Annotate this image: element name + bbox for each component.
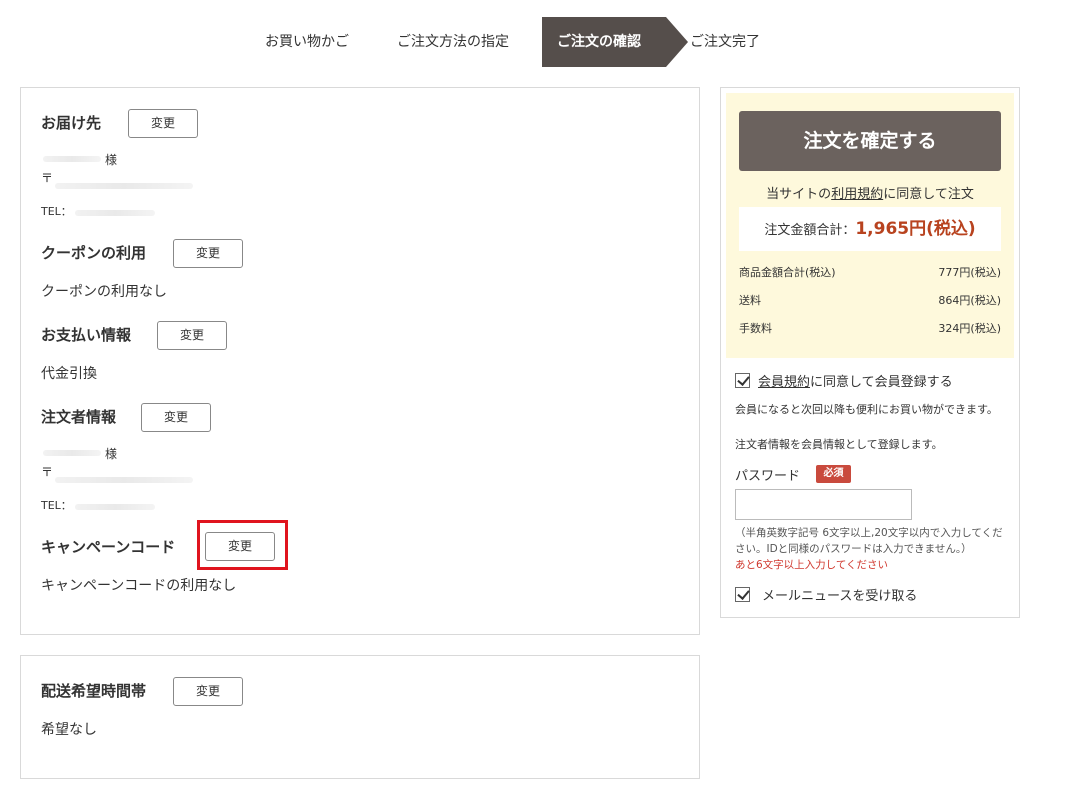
row-label: 送料	[739, 294, 761, 307]
row-label: 手数料	[739, 322, 772, 335]
orderer-title: 注文者情報	[41, 408, 117, 426]
delivery-postal: 〒	[41, 171, 54, 185]
redacted-name	[43, 156, 101, 162]
order-details-panel: お届け先 変更 様 〒 TEL： クーポンの利用 変更 クーポンの利用なし お支…	[20, 87, 700, 635]
change-delivery-address-button[interactable]: 変更	[128, 109, 198, 138]
step-order-method: ご注文方法の指定	[397, 34, 509, 50]
total-value: 1,965円(税込)	[855, 219, 976, 239]
redacted-orderer-name	[43, 450, 101, 456]
orderer-tel: TEL：	[41, 499, 72, 512]
terms-link[interactable]: 利用規約	[831, 187, 883, 202]
agree-terms-text: 当サイトの利用規約に同意して注文	[726, 183, 1014, 202]
newsletter-checkbox[interactable]	[735, 587, 750, 602]
delivery-time-panel: 配送希望時間帯 変更 希望なし	[20, 655, 700, 779]
orderer-postal: 〒	[41, 465, 54, 479]
password-warning: あと6文字以上入力してください	[735, 559, 889, 571]
step-confirm-active: ご注文の確認	[542, 17, 688, 67]
row-value: 864円(税込)	[938, 294, 1001, 307]
member-benefit-text: 会員になると次回以降も便利にお買い物ができます。	[735, 403, 998, 416]
member-register-text: 注文者情報を会員情報として登録します。	[735, 438, 943, 451]
checkout-steps: お買い物かご ご注文方法の指定 ご注文の確認 ご注文完了	[0, 17, 1068, 67]
redacted-address	[55, 183, 193, 189]
coupon-value: クーポンの利用なし	[41, 284, 167, 300]
member-terms-link[interactable]: 会員規約	[758, 375, 810, 390]
confirm-order-button[interactable]: 注文を確定する	[739, 111, 1001, 171]
change-payment-button[interactable]: 変更	[157, 321, 227, 350]
register-member-checkbox[interactable]	[735, 373, 750, 388]
delivery-address-title: お届け先	[41, 114, 102, 132]
required-badge: 必須	[816, 465, 851, 483]
orderer-sama: 様	[105, 447, 118, 461]
change-delivery-time-button[interactable]: 変更	[173, 677, 243, 706]
password-label: パスワード	[735, 469, 801, 484]
delivery-time-value: 希望なし	[41, 722, 97, 738]
password-note: （半角英数字記号 6文字以上,20文字以内で入力してください。IDと同様のパスワ…	[735, 527, 1003, 555]
password-input[interactable]	[735, 489, 912, 520]
delivery-time-title: 配送希望時間帯	[41, 682, 147, 700]
order-total-box: 注文金額合計：1,965円(税込)	[739, 207, 1001, 251]
row-value: 324円(税込)	[938, 322, 1001, 335]
campaign-code-value: キャンペーンコードの利用なし	[41, 578, 237, 594]
change-coupon-button[interactable]: 変更	[173, 239, 243, 268]
delivery-tel: TEL：	[41, 205, 72, 218]
change-orderer-button[interactable]: 変更	[141, 403, 211, 432]
redacted-orderer-tel	[75, 504, 155, 510]
payment-value: 代金引換	[41, 366, 97, 382]
register-member-label: 会員規約に同意して会員登録する	[758, 371, 953, 390]
row-label: 商品金額合計(税込)	[739, 266, 836, 279]
total-label: 注文金額合計：	[764, 223, 856, 238]
row-value: 777円(税込)	[938, 266, 1001, 279]
summary-box: 注文を確定する 当サイトの利用規約に同意して注文 注文金額合計：1,965円(税…	[726, 93, 1014, 358]
step-complete: ご注文完了	[690, 34, 760, 50]
redacted-tel	[75, 210, 155, 216]
delivery-sama: 様	[105, 153, 118, 167]
redacted-orderer-address	[55, 477, 193, 483]
campaign-code-title: キャンペーンコード	[41, 538, 176, 556]
agree-suffix: に同意して注文	[883, 187, 974, 202]
newsletter-label: メールニュースを受け取る	[762, 589, 918, 604]
coupon-title: クーポンの利用	[41, 244, 147, 262]
payment-title: お支払い情報	[41, 326, 132, 344]
step-cart: お買い物かご	[265, 34, 349, 50]
order-summary-panel: 注文を確定する 当サイトの利用規約に同意して注文 注文金額合計：1,965円(税…	[720, 87, 1020, 618]
agree-prefix: 当サイトの	[766, 187, 832, 202]
change-campaign-code-button[interactable]: 変更	[205, 532, 275, 561]
register-suffix: に同意して会員登録する	[810, 375, 953, 390]
